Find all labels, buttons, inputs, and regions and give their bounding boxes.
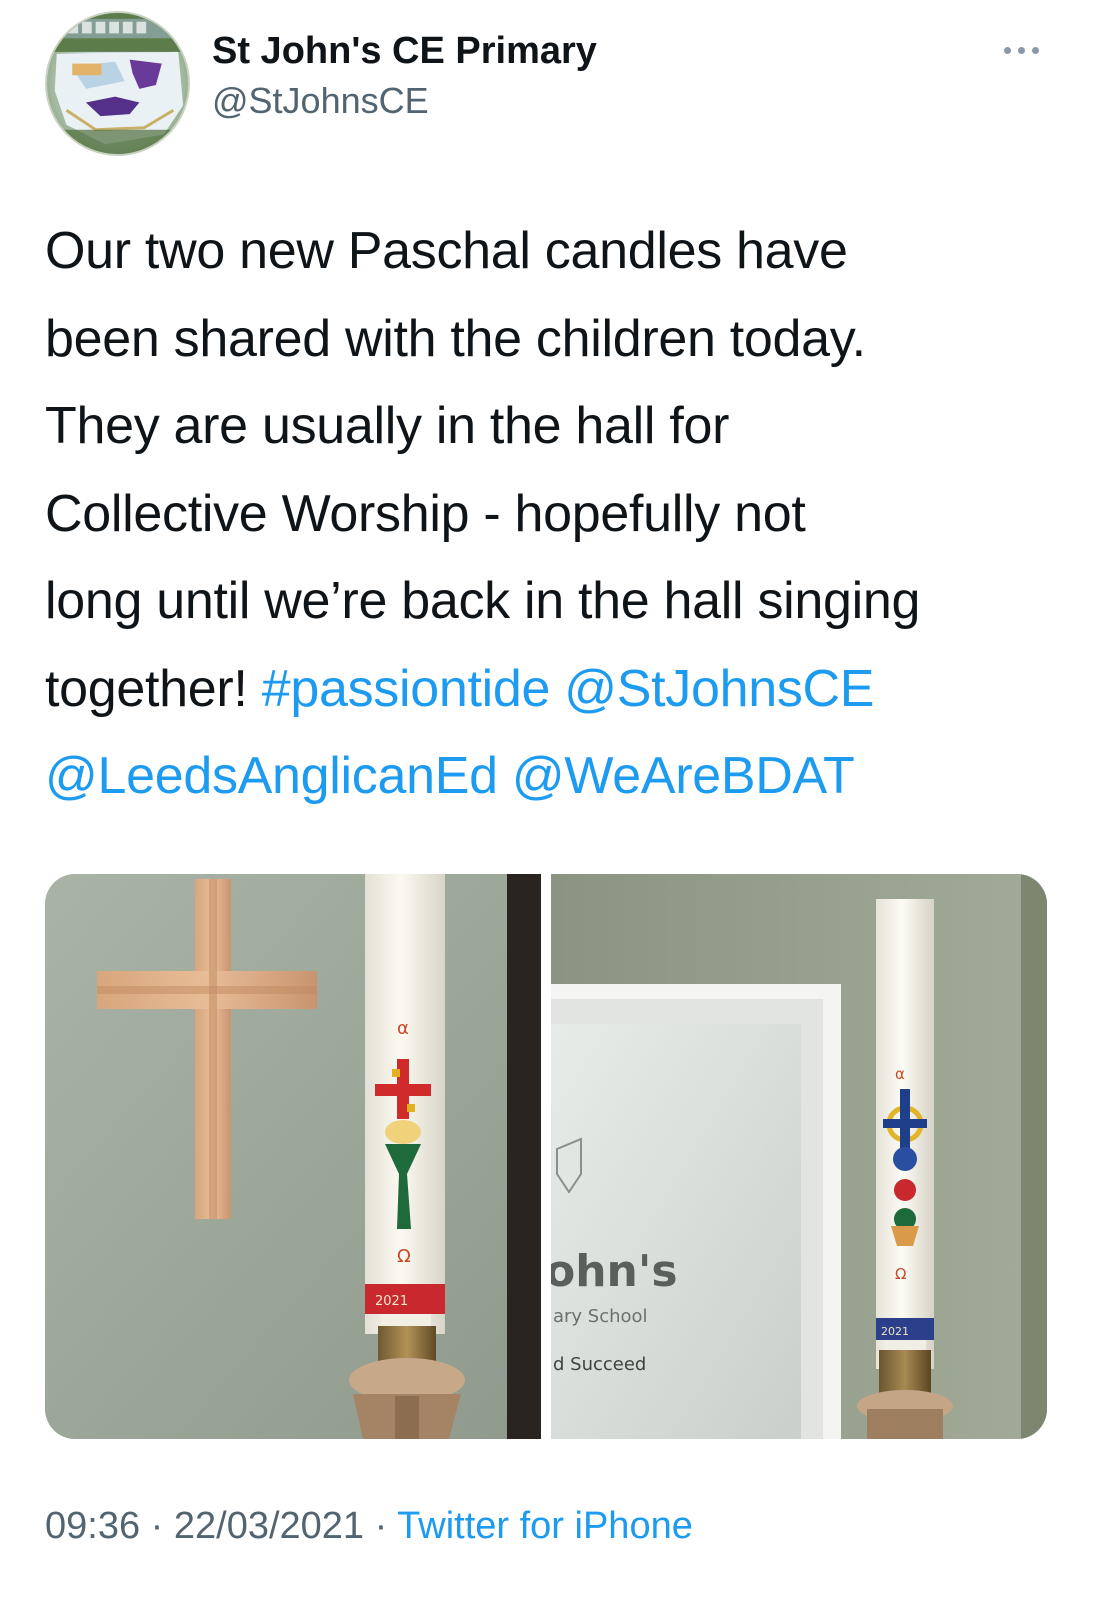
avatar-image xyxy=(47,13,188,154)
tweet-text-segment: Our two new Paschal candles have xyxy=(45,222,848,280)
sign-text-school: ary School xyxy=(553,1306,648,1327)
candle-year-1: 2021 xyxy=(375,1294,408,1309)
tweet-text-line: together! #passiontide @StJohnsCE xyxy=(45,646,1085,734)
photo-candle-by-doorway-image: ohn's ary School d Succeed α Ω 2021 xyxy=(551,874,1047,1439)
candle-year-2: 2021 xyxy=(881,1325,909,1338)
tweet-text-segment: been shared with the children today. xyxy=(45,309,866,368)
mention-link[interactable]: @WeAreBDAT xyxy=(512,747,855,805)
tweet-text-segment: together! xyxy=(45,659,262,718)
tweet-text-segment: long until we’re back in the hall singin… xyxy=(45,572,921,630)
tweet-text-segment: They are usually in the hall for xyxy=(45,397,730,455)
meta-separator: · xyxy=(140,1505,174,1547)
tweet-text-line: been shared with the children today. xyxy=(45,296,1085,384)
hashtag-link[interactable]: #passiontide xyxy=(262,660,551,718)
svg-text:Ω: Ω xyxy=(895,1265,906,1283)
tweet-date[interactable]: 22/03/2021 xyxy=(174,1505,364,1547)
mention-link[interactable]: @LeedsAnglicanEd xyxy=(45,747,498,805)
photo-candle-by-doorway[interactable]: ohn's ary School d Succeed α Ω 2021 xyxy=(551,874,1047,1439)
meta-separator: · xyxy=(364,1505,398,1547)
tweet-header: St John's CE Primary @StJohnsCE xyxy=(0,0,1113,160)
tweet-text: Our two new Paschal candles have been sha… xyxy=(45,208,1085,821)
tweet-text-segment xyxy=(550,660,564,718)
svg-text:α: α xyxy=(895,1065,905,1083)
tweet-text-line: long until we’re back in the hall singin… xyxy=(45,558,1085,646)
svg-text:Ω: Ω xyxy=(397,1246,411,1267)
username-handle[interactable]: @StJohnsCE xyxy=(212,80,429,122)
tweet-text-line: Collective Worship - hopefully not xyxy=(45,471,1085,559)
sign-text-motto: d Succeed xyxy=(553,1354,646,1375)
tweet-text-segment xyxy=(498,747,512,805)
avatar[interactable] xyxy=(45,11,190,156)
tweet-source-link[interactable]: Twitter for iPhone xyxy=(397,1505,693,1547)
tweet-text-segment: Collective Worship - hopefully not xyxy=(45,484,806,543)
photo-cross-and-candle-image: α Ω 2021 xyxy=(45,874,541,1439)
tweet-text-line: @LeedsAnglicanEd @WeAreBDAT xyxy=(45,733,1085,821)
svg-text:α: α xyxy=(397,1018,409,1039)
tweet-text-line: They are usually in the hall for xyxy=(45,383,1085,471)
tweet-media: α Ω 2021 ohn's ary School d Succeed α Ω … xyxy=(45,874,1047,1439)
sign-text-name: ohn's xyxy=(551,1246,678,1297)
tweet-time[interactable]: 09:36 xyxy=(45,1505,140,1547)
mention-link[interactable]: @StJohnsCE xyxy=(564,660,874,718)
more-horizontal-icon[interactable] xyxy=(1000,36,1044,64)
tweet-text-line: Our two new Paschal candles have xyxy=(45,208,1085,296)
photo-cross-and-candle[interactable]: α Ω 2021 xyxy=(45,874,541,1439)
display-name[interactable]: St John's CE Primary xyxy=(212,30,597,73)
tweet-meta: 09:36 · 22/03/2021 · Twitter for iPhone xyxy=(45,1505,693,1548)
